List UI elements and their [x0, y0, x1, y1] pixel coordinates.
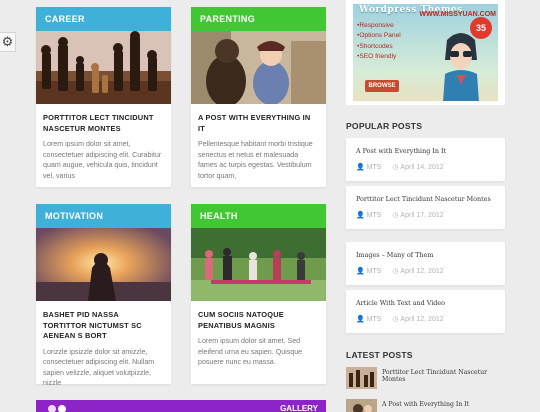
popular-post-title[interactable]: Images – Many of Them — [356, 251, 433, 259]
category-label[interactable]: HEALTH — [191, 204, 326, 228]
latest-post-item[interactable]: Porttitor Lect Tincidunt Nascetur Montes — [346, 367, 505, 391]
post-card-career[interactable]: CAREER PORTTITOR LECT TINCIDUNT NASCETUR… — [36, 7, 171, 187]
post-card-health[interactable]: HEALTH CUM SOCIIS NATOQUE PENATIBUS MAGN… — [191, 204, 326, 384]
ad-browse-button[interactable]: BROWSE — [365, 80, 399, 92]
sidebar-ad-banner[interactable]: Wordpress Themes WWW.MISSYUAN.COM 35 Res… — [346, 0, 505, 105]
popular-posts-heading: POPULAR POSTS — [346, 121, 423, 131]
clock-icon: ◷ — [392, 316, 399, 323]
gallery-section-header: GALLERY — [36, 400, 326, 412]
popular-post-title[interactable]: Article With Text and Video — [356, 299, 445, 307]
post-meta: 👤 MTS ◷ April 17, 2012 — [356, 211, 444, 219]
post-card-parenting[interactable]: PARENTING A POST WITH EVERYTHING IN IT P… — [191, 7, 326, 187]
latest-post-thumbnail[interactable] — [346, 367, 377, 389]
clock-icon: ◷ — [392, 268, 399, 275]
latest-post-thumbnail[interactable] — [346, 399, 377, 412]
popular-post-title[interactable]: Porttitor Lect Tincidunt Nascetur Montes — [356, 195, 491, 203]
chess-pieces-image[interactable] — [36, 31, 171, 104]
post-excerpt: Lorem ipsum dolor sit amet. Sed eleifend… — [198, 337, 303, 366]
children-image[interactable] — [191, 31, 326, 104]
gallery-label: GALLERY — [280, 404, 318, 412]
yoga-group-image[interactable] — [191, 228, 326, 301]
ad-feature: Responsive — [357, 21, 401, 31]
category-label[interactable]: MOTIVATION — [36, 204, 171, 228]
popular-post-item[interactable]: Porttitor Lect Tincidunt Nascetur Montes… — [346, 186, 505, 229]
latest-posts-heading: LATEST POSTS — [346, 350, 413, 360]
popular-post-item[interactable]: A Post with Everything In It 👤 MTS ◷ Apr… — [346, 138, 505, 181]
post-date: April 17, 2012 — [400, 212, 444, 219]
author-icon: 👤 — [356, 268, 365, 275]
post-title[interactable]: PORTTITOR LECT TINCIDUNT NASCETUR MONTES — [36, 104, 171, 134]
author-icon: 👤 — [356, 316, 365, 323]
ad-feature: Options Panel — [357, 31, 400, 41]
ad-feature-list: Responsive Options Panel Shortcodes SEO … — [357, 21, 401, 63]
post-title[interactable]: A POST WITH EVERYTHING IN IT — [191, 104, 326, 134]
clock-icon: ◷ — [392, 212, 399, 219]
latest-post-item[interactable]: A Post with Everything In It — [346, 399, 505, 412]
clock-icon: ◷ — [392, 164, 399, 171]
latest-post-title[interactable]: A Post with Everything In It — [382, 401, 469, 408]
post-excerpt: Lorizzle ipsizzle dolor sit amizzle, con… — [43, 347, 155, 388]
post-date: April 12, 2012 — [400, 316, 444, 323]
post-title[interactable]: BASHET PID NASSA TORTITTOR NICTUMST SC A… — [36, 301, 171, 342]
ad-illustration-icon — [443, 33, 479, 101]
ad-feature: Shortcodes — [357, 42, 401, 52]
gallery-dot — [48, 405, 56, 412]
post-date: April 12, 2012 — [400, 268, 444, 275]
author-icon: 👤 — [356, 212, 365, 219]
author-name[interactable]: MTS — [367, 316, 382, 323]
category-label[interactable]: PARENTING — [191, 7, 326, 31]
post-meta: 👤 MTS ◷ April 14, 2012 — [356, 163, 444, 171]
post-date: April 14, 2012 — [400, 164, 444, 171]
monk-sunset-image[interactable] — [36, 228, 171, 301]
settings-gear-icon[interactable]: ⚙ — [0, 32, 16, 52]
popular-post-item[interactable]: Article With Text and Video 👤 MTS ◷ Apri… — [346, 290, 505, 333]
post-meta: 👤 MTS ◷ April 12, 2012 — [356, 315, 444, 323]
gallery-dot — [58, 405, 66, 412]
author-name[interactable]: MTS — [367, 164, 382, 171]
latest-post-title[interactable]: Porttitor Lect Tincidunt Nascetur Montes — [382, 369, 505, 383]
post-excerpt: Lorem ipsum dolor sit amet, consectetuer… — [43, 140, 162, 180]
post-title[interactable]: CUM SOCIIS NATOQUE PENATIBUS MAGNIS — [191, 301, 326, 331]
ad-feature: SEO friendly — [357, 52, 401, 62]
author-icon: 👤 — [356, 164, 365, 171]
category-label[interactable]: CAREER — [36, 7, 171, 31]
author-name[interactable]: MTS — [367, 212, 382, 219]
author-name[interactable]: MTS — [367, 268, 382, 275]
post-card-motivation[interactable]: MOTIVATION BASHET PID NASSA TORTITTOR NI… — [36, 204, 171, 387]
popular-post-title[interactable]: A Post with Everything In It — [356, 147, 446, 155]
post-excerpt: Pellentesque habitant morbi tristique se… — [198, 140, 313, 180]
post-meta: 👤 MTS ◷ April 12, 2012 — [356, 267, 444, 275]
popular-post-item[interactable]: Images – Many of Them 👤 MTS ◷ April 12, … — [346, 242, 505, 285]
